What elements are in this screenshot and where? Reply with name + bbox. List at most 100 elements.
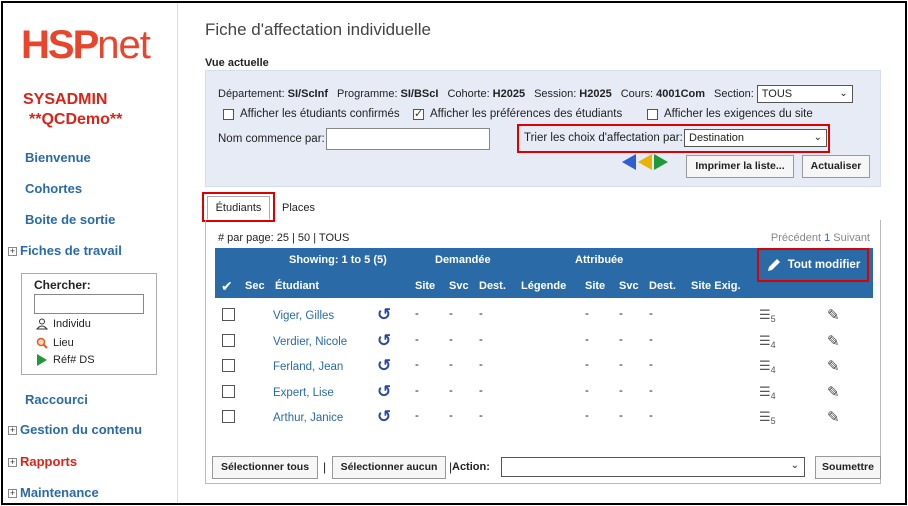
tab-places[interactable]: Places bbox=[282, 202, 315, 214]
action-select[interactable]: ⌄ bbox=[501, 457, 805, 477]
separator: | bbox=[323, 460, 327, 474]
tab-etudiants[interactable]: Étudiants bbox=[207, 196, 270, 220]
prev-page-link[interactable]: Précédent bbox=[771, 232, 821, 244]
list-icon[interactable]: ☰5 bbox=[759, 307, 776, 324]
arrow-right-green-icon[interactable] bbox=[654, 154, 668, 170]
nav-gestion-du-contenu[interactable]: + Gestion du contenu bbox=[8, 422, 142, 437]
page-number[interactable]: 1 bbox=[824, 232, 830, 244]
empty-cell: - bbox=[479, 384, 483, 397]
row-checkbox[interactable] bbox=[222, 359, 235, 372]
list-count: 5 bbox=[770, 314, 776, 324]
pencil-icon[interactable]: ✎ bbox=[827, 357, 840, 375]
row-checkbox[interactable] bbox=[222, 333, 235, 347]
student-name-link[interactable]: Arthur, Janice bbox=[273, 412, 343, 424]
main-content: Fiche d'affectation individuelle Vue act… bbox=[177, 3, 905, 503]
history-icon[interactable]: ↺ bbox=[377, 356, 391, 376]
row-checkbox[interactable] bbox=[222, 410, 235, 423]
history-icon[interactable]: ↺ bbox=[377, 407, 391, 427]
select-all-check-icon[interactable]: ✔ bbox=[221, 278, 233, 295]
expand-plus-icon[interactable]: + bbox=[8, 247, 17, 256]
pencil-icon[interactable]: ✎ bbox=[827, 408, 840, 426]
history-icon[interactable]: ↺ bbox=[377, 382, 391, 402]
magnifier-icon bbox=[36, 337, 48, 349]
student-name-link[interactable]: Expert, Lise bbox=[273, 387, 334, 399]
nav-boite-de-sortie[interactable]: Boite de sortie bbox=[25, 212, 115, 227]
student-name-link[interactable]: Viger, Gilles bbox=[273, 310, 334, 322]
table-row: Arthur, Janice ↺ - - - - - - ☰5 ✎ bbox=[215, 405, 873, 430]
hspnet-logo[interactable]: HSPnet bbox=[21, 23, 151, 67]
section-select[interactable]: TOUS ⌄ bbox=[756, 85, 853, 103]
nav-raccourci[interactable]: Raccourci bbox=[25, 392, 88, 407]
refresh-button[interactable]: Actualiser bbox=[802, 155, 870, 178]
list-icon[interactable]: ☰5 bbox=[759, 409, 776, 426]
sort-label: Trier les choix d'affectation par: bbox=[524, 132, 683, 144]
print-list-button[interactable]: Imprimer la liste... bbox=[686, 155, 794, 178]
row-checkbox[interactable] bbox=[222, 308, 235, 321]
checkbox-icon[interactable] bbox=[647, 108, 658, 120]
list-icon[interactable]: ☰4 bbox=[759, 384, 776, 401]
name-starts-input[interactable] bbox=[326, 128, 490, 150]
empty-cell: - bbox=[449, 333, 453, 346]
next-page-link[interactable]: Suivant bbox=[833, 232, 870, 244]
expand-plus-icon[interactable]: + bbox=[8, 458, 17, 467]
search-input[interactable] bbox=[34, 294, 144, 314]
logo-text: HSP bbox=[21, 23, 99, 67]
history-icon[interactable]: ↺ bbox=[377, 305, 391, 325]
student-name-link[interactable]: Ferland, Jean bbox=[273, 361, 343, 373]
student-name-link[interactable]: Verdier, Nicole bbox=[273, 336, 347, 348]
row-checkbox[interactable] bbox=[222, 384, 235, 398]
checkbox-icon[interactable] bbox=[223, 108, 234, 120]
checkbox-site-requirements[interactable]: Afficher les exigences du site bbox=[647, 108, 813, 120]
pencil-icon[interactable]: ✎ bbox=[827, 306, 840, 324]
checkbox-preferences[interactable]: Afficher les préférences des étudiants bbox=[413, 107, 622, 120]
expand-plus-icon[interactable]: + bbox=[8, 489, 17, 498]
arrow-left-yellow-icon[interactable] bbox=[638, 154, 652, 170]
col-etudiant[interactable]: Étudiant bbox=[275, 280, 319, 292]
sidebar: HSPnet SYSADMIN **QCDemo** Bienvenue Coh… bbox=[3, 3, 177, 503]
session-value: H2025 bbox=[579, 88, 612, 100]
edit-all-button[interactable]: Tout modifier bbox=[757, 248, 869, 282]
search-option-lieu[interactable]: Lieu bbox=[36, 337, 74, 349]
empty-cell: - bbox=[585, 384, 589, 397]
checkbox-confirmed[interactable]: Afficher les étudiants confirmés bbox=[223, 108, 400, 120]
table-row: Ferland, Jean ↺ - - - - - - ☰4 ✎ bbox=[215, 354, 873, 379]
dept-label: Département: bbox=[218, 88, 285, 100]
empty-cell: - bbox=[415, 410, 419, 422]
list-count: 4 bbox=[770, 339, 776, 350]
search-option-ref-ds[interactable]: Réf# DS bbox=[36, 354, 95, 366]
checkbox-checked-icon[interactable] bbox=[413, 107, 424, 120]
sort-select[interactable]: Destination ⌄ bbox=[684, 129, 827, 147]
nav-cohortes[interactable]: Cohortes bbox=[25, 181, 82, 196]
empty-cell: - bbox=[619, 359, 623, 371]
nav-rapports[interactable]: + Rapports bbox=[8, 454, 77, 469]
pencil-icon[interactable]: ✎ bbox=[827, 383, 840, 401]
empty-cell: - bbox=[415, 308, 419, 320]
nav-bienvenue[interactable]: Bienvenue bbox=[25, 150, 91, 165]
list-icon[interactable]: ☰4 bbox=[759, 358, 776, 375]
filter-panel: Département: SI/ScInf Programme: SI/BScI C… bbox=[205, 70, 881, 187]
context-row: Département: SI/ScInf Programme: SI/BScI C… bbox=[218, 85, 853, 103]
checkbox-label: Afficher les étudiants confirmés bbox=[240, 108, 400, 120]
search-option-individu[interactable]: Individu bbox=[36, 318, 91, 330]
history-icon[interactable]: ↺ bbox=[377, 331, 391, 351]
arrow-left-blue-icon[interactable] bbox=[622, 154, 636, 170]
chevron-down-icon: ⌄ bbox=[790, 460, 799, 471]
search-option-label: Individu bbox=[53, 318, 91, 330]
cohort-value: H2025 bbox=[492, 88, 526, 100]
pencil-icon[interactable]: ✎ bbox=[827, 332, 840, 350]
per-page-selector[interactable]: # par page: 25 | 50 | TOUS bbox=[218, 232, 349, 244]
submit-button[interactable]: Soumettre bbox=[815, 456, 881, 479]
empty-cell: - bbox=[585, 410, 589, 422]
person-icon bbox=[36, 318, 48, 330]
empty-cell: - bbox=[585, 308, 589, 320]
list-icon[interactable]: ☰4 bbox=[759, 333, 776, 350]
empty-cell: - bbox=[619, 410, 623, 422]
expand-plus-icon[interactable]: + bbox=[8, 426, 17, 435]
select-none-button[interactable]: Sélectionner aucun bbox=[332, 456, 446, 479]
sort-highlight: Trier les choix d'affectation par: Desti… bbox=[517, 124, 830, 153]
nav-maintenance[interactable]: + Maintenance bbox=[8, 485, 99, 500]
empty-cell: - bbox=[649, 333, 653, 346]
nav-fiches-de-travail[interactable]: + Fiches de travail bbox=[8, 243, 122, 258]
nav-label: Rapports bbox=[20, 454, 78, 469]
select-all-button[interactable]: Sélectionner tous bbox=[212, 456, 318, 479]
